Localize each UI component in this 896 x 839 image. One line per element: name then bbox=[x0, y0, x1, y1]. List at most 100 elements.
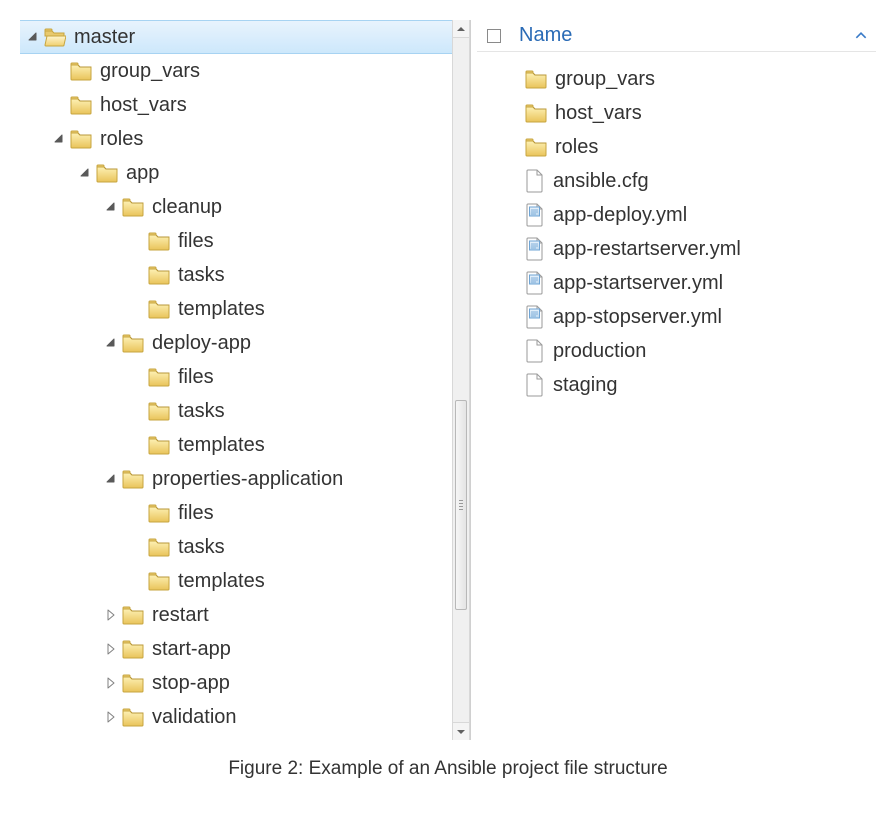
column-header-name[interactable]: Name bbox=[519, 24, 846, 47]
expand-icon[interactable] bbox=[104, 710, 118, 724]
tree-item-label: validation bbox=[152, 706, 237, 729]
list-item-label: app-restartserver.yml bbox=[553, 238, 741, 261]
document-icon bbox=[525, 271, 545, 295]
tree-item[interactable]: files bbox=[20, 224, 470, 258]
folder-icon bbox=[122, 197, 144, 217]
tree-item[interactable]: roles bbox=[20, 122, 470, 156]
tree-item-label: restart bbox=[152, 604, 209, 627]
tree-item[interactable]: templates bbox=[20, 428, 470, 462]
tree-item[interactable]: stop-app bbox=[20, 666, 470, 700]
scrollbar[interactable] bbox=[452, 20, 470, 740]
tree-item-label: host_vars bbox=[100, 94, 187, 117]
list-item[interactable]: app-deploy.yml bbox=[525, 198, 876, 232]
tree-item[interactable]: properties-application bbox=[20, 462, 470, 496]
collapse-icon[interactable] bbox=[104, 336, 118, 350]
folder-icon bbox=[148, 265, 170, 285]
list-item-label: staging bbox=[553, 374, 618, 397]
tree-item[interactable]: master bbox=[20, 20, 470, 54]
folder-icon bbox=[148, 571, 170, 591]
tree-item-label: start-app bbox=[152, 638, 231, 661]
file-list[interactable]: group_vars host_varsroles ansible.cfg app-d… bbox=[477, 52, 876, 402]
file-icon bbox=[525, 169, 545, 193]
list-item-label: app-stopserver.yml bbox=[553, 306, 722, 329]
list-item[interactable]: app-startserver.yml bbox=[525, 266, 876, 300]
tree-item[interactable]: start-app bbox=[20, 632, 470, 666]
tree-item-label: tasks bbox=[178, 536, 225, 559]
list-item-label: group_vars bbox=[555, 68, 655, 91]
folder-icon bbox=[525, 69, 547, 89]
folder-icon bbox=[122, 639, 144, 659]
folder-icon bbox=[148, 537, 170, 557]
folder-icon bbox=[70, 95, 92, 115]
tree-item[interactable]: files bbox=[20, 360, 470, 394]
tree-item[interactable]: tasks bbox=[20, 394, 470, 428]
list-item-label: app-startserver.yml bbox=[553, 272, 723, 295]
tree-item[interactable]: cleanup bbox=[20, 190, 470, 224]
folder-icon bbox=[122, 469, 144, 489]
list-item-label: ansible.cfg bbox=[553, 170, 649, 193]
tree-item[interactable]: tasks bbox=[20, 530, 470, 564]
list-item[interactable]: staging bbox=[525, 368, 876, 402]
folder-icon bbox=[122, 605, 144, 625]
expand-icon[interactable] bbox=[104, 676, 118, 690]
tree-item[interactable]: deploy-app bbox=[20, 326, 470, 360]
select-all-checkbox[interactable] bbox=[487, 29, 501, 43]
detail-header[interactable]: Name bbox=[477, 20, 876, 52]
folder-icon bbox=[148, 401, 170, 421]
scroll-down-button[interactable] bbox=[453, 722, 469, 740]
tree-item[interactable]: app bbox=[20, 156, 470, 190]
list-item[interactable]: host_vars bbox=[525, 96, 876, 130]
tree-item-label: app bbox=[126, 162, 159, 185]
collapse-icon[interactable] bbox=[52, 132, 66, 146]
tree-item[interactable]: templates bbox=[20, 292, 470, 326]
tree-item[interactable]: validation bbox=[20, 700, 470, 734]
tree-item-label: group_vars bbox=[100, 60, 200, 83]
list-item-label: production bbox=[553, 340, 646, 363]
list-item[interactable]: ansible.cfg bbox=[525, 164, 876, 198]
folder-open-icon bbox=[44, 27, 66, 47]
list-item[interactable]: group_vars bbox=[525, 62, 876, 96]
folder-icon bbox=[525, 103, 547, 123]
scroll-thumb[interactable] bbox=[455, 400, 467, 610]
folder-icon bbox=[70, 129, 92, 149]
folder-icon bbox=[122, 707, 144, 727]
list-item[interactable]: app-restartserver.yml bbox=[525, 232, 876, 266]
folder-icon bbox=[148, 231, 170, 251]
tree-item[interactable]: files bbox=[20, 496, 470, 530]
tree-panel: master group_vars host_varsroles app cleanup… bbox=[20, 20, 470, 740]
tree-item[interactable]: templates bbox=[20, 564, 470, 598]
list-item-label: host_vars bbox=[555, 102, 642, 125]
list-item-label: app-deploy.yml bbox=[553, 204, 687, 227]
list-item[interactable]: app-stopserver.yml bbox=[525, 300, 876, 334]
tree-item[interactable]: group_vars bbox=[20, 54, 470, 88]
expand-icon[interactable] bbox=[104, 642, 118, 656]
tree-item-label: files bbox=[178, 230, 214, 253]
collapse-icon[interactable] bbox=[104, 200, 118, 214]
folder-icon bbox=[122, 673, 144, 693]
tree-item[interactable]: restart bbox=[20, 598, 470, 632]
file-icon bbox=[525, 339, 545, 363]
sort-indicator-icon bbox=[846, 32, 876, 39]
folder-icon bbox=[122, 333, 144, 353]
folder-icon bbox=[148, 503, 170, 523]
collapse-icon[interactable] bbox=[104, 472, 118, 486]
figure-caption: Figure 2: Example of an Ansible project … bbox=[20, 740, 876, 786]
list-item[interactable]: roles bbox=[525, 130, 876, 164]
collapse-icon[interactable] bbox=[26, 30, 40, 44]
scroll-up-button[interactable] bbox=[453, 20, 469, 38]
tree-item-label: tasks bbox=[178, 400, 225, 423]
folder-icon bbox=[70, 61, 92, 81]
tree-item[interactable]: host_vars bbox=[20, 88, 470, 122]
tree-item[interactable]: tasks bbox=[20, 258, 470, 292]
expand-icon[interactable] bbox=[104, 608, 118, 622]
collapse-icon[interactable] bbox=[78, 166, 92, 180]
folder-tree[interactable]: master group_vars host_varsroles app cleanup… bbox=[20, 20, 470, 740]
document-icon bbox=[525, 203, 545, 227]
detail-panel: Name group_vars host_varsroles ansible.cfg… bbox=[470, 20, 876, 740]
list-item[interactable]: production bbox=[525, 334, 876, 368]
tree-item-label: master bbox=[74, 26, 135, 49]
folder-icon bbox=[525, 137, 547, 157]
folder-icon bbox=[148, 367, 170, 387]
tree-item-label: deploy-app bbox=[152, 332, 251, 355]
document-icon bbox=[525, 305, 545, 329]
